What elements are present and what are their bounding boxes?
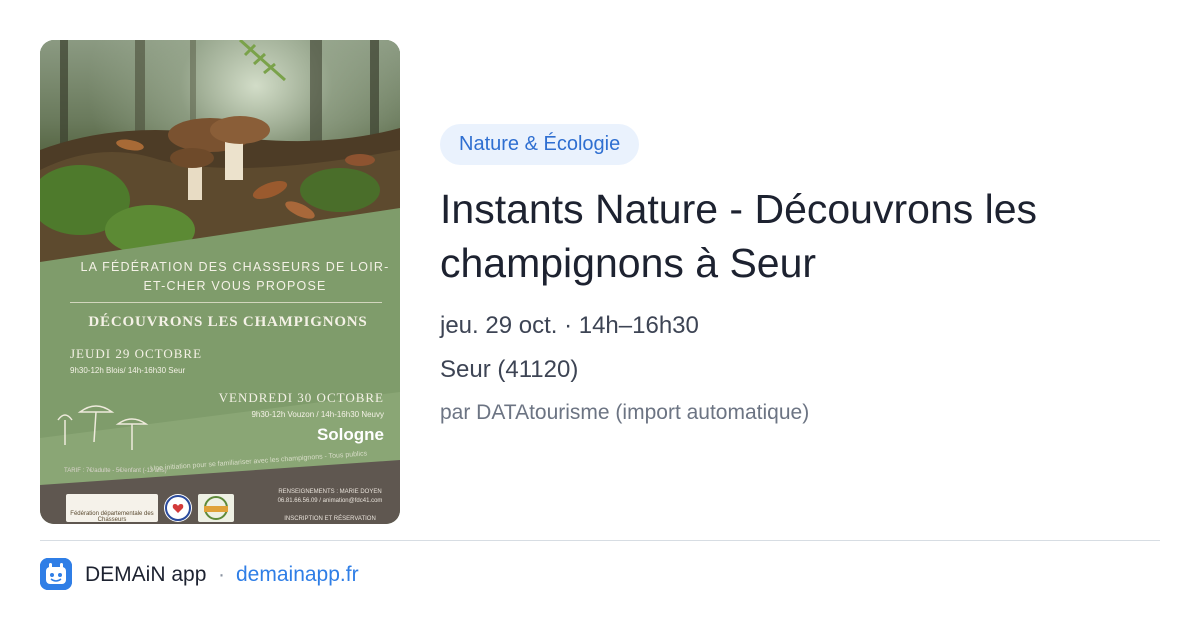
share-card: LA FÉDÉRATION DES CHASSEURS DE LOIR-ET-C… <box>0 0 1200 630</box>
footer-divider <box>40 540 1160 541</box>
app-name: DEMAiN app <box>85 563 207 586</box>
poster-date-1: JEUDI 29 OCTOBRE <box>70 346 203 361</box>
poster-federation-text: LA FÉDÉRATION DES CHASSEURS DE LOIR-ET-C… <box>80 260 390 293</box>
poster-headline: DÉCOUVRONS LES CHAMPIGNONS <box>88 314 368 330</box>
sologne-logo: Sologne <box>316 425 384 444</box>
federation-logo: Fédération départementale des Chasseurs <box>66 494 158 523</box>
poster-date-1-times: 9h30-12h Blois/ 14h-16h30 Seur <box>70 366 186 375</box>
app-website-link[interactable]: demainapp.fr <box>236 563 359 587</box>
event-location: Seur (41120) <box>440 356 579 383</box>
event-date: jeu. 29 oct. · 14h–16h30 <box>440 312 699 339</box>
poster-date-2-times: 9h30-12h Vouzon / 14h-16h30 Neuvy <box>251 410 384 419</box>
app-logo-icon[interactable] <box>40 558 72 590</box>
poster-date-2: VENDREDI 30 OCTOBRE <box>218 390 384 405</box>
event-poster-image[interactable]: LA FÉDÉRATION DES CHASSEURS DE LOIR-ET-C… <box>40 40 400 524</box>
heart-badge-icon <box>164 494 192 522</box>
poster-tarif: TARIF : 7€/adulte - 5€/enfant (-12 ans) <box>64 468 167 474</box>
event-title: Instants Nature - Découvrons les champig… <box>440 186 1038 286</box>
poster-rule <box>70 302 382 303</box>
poster-contact: RENSEIGNEMENTS : MARIE DOYEN 06.81.66.56… <box>277 489 383 522</box>
quality-badge-icon <box>198 494 234 522</box>
category-badge[interactable]: Nature & Écologie <box>440 124 640 165</box>
event-source: par DATAtourisme (import automatique) <box>440 401 810 424</box>
footer-separator: · <box>218 563 225 586</box>
